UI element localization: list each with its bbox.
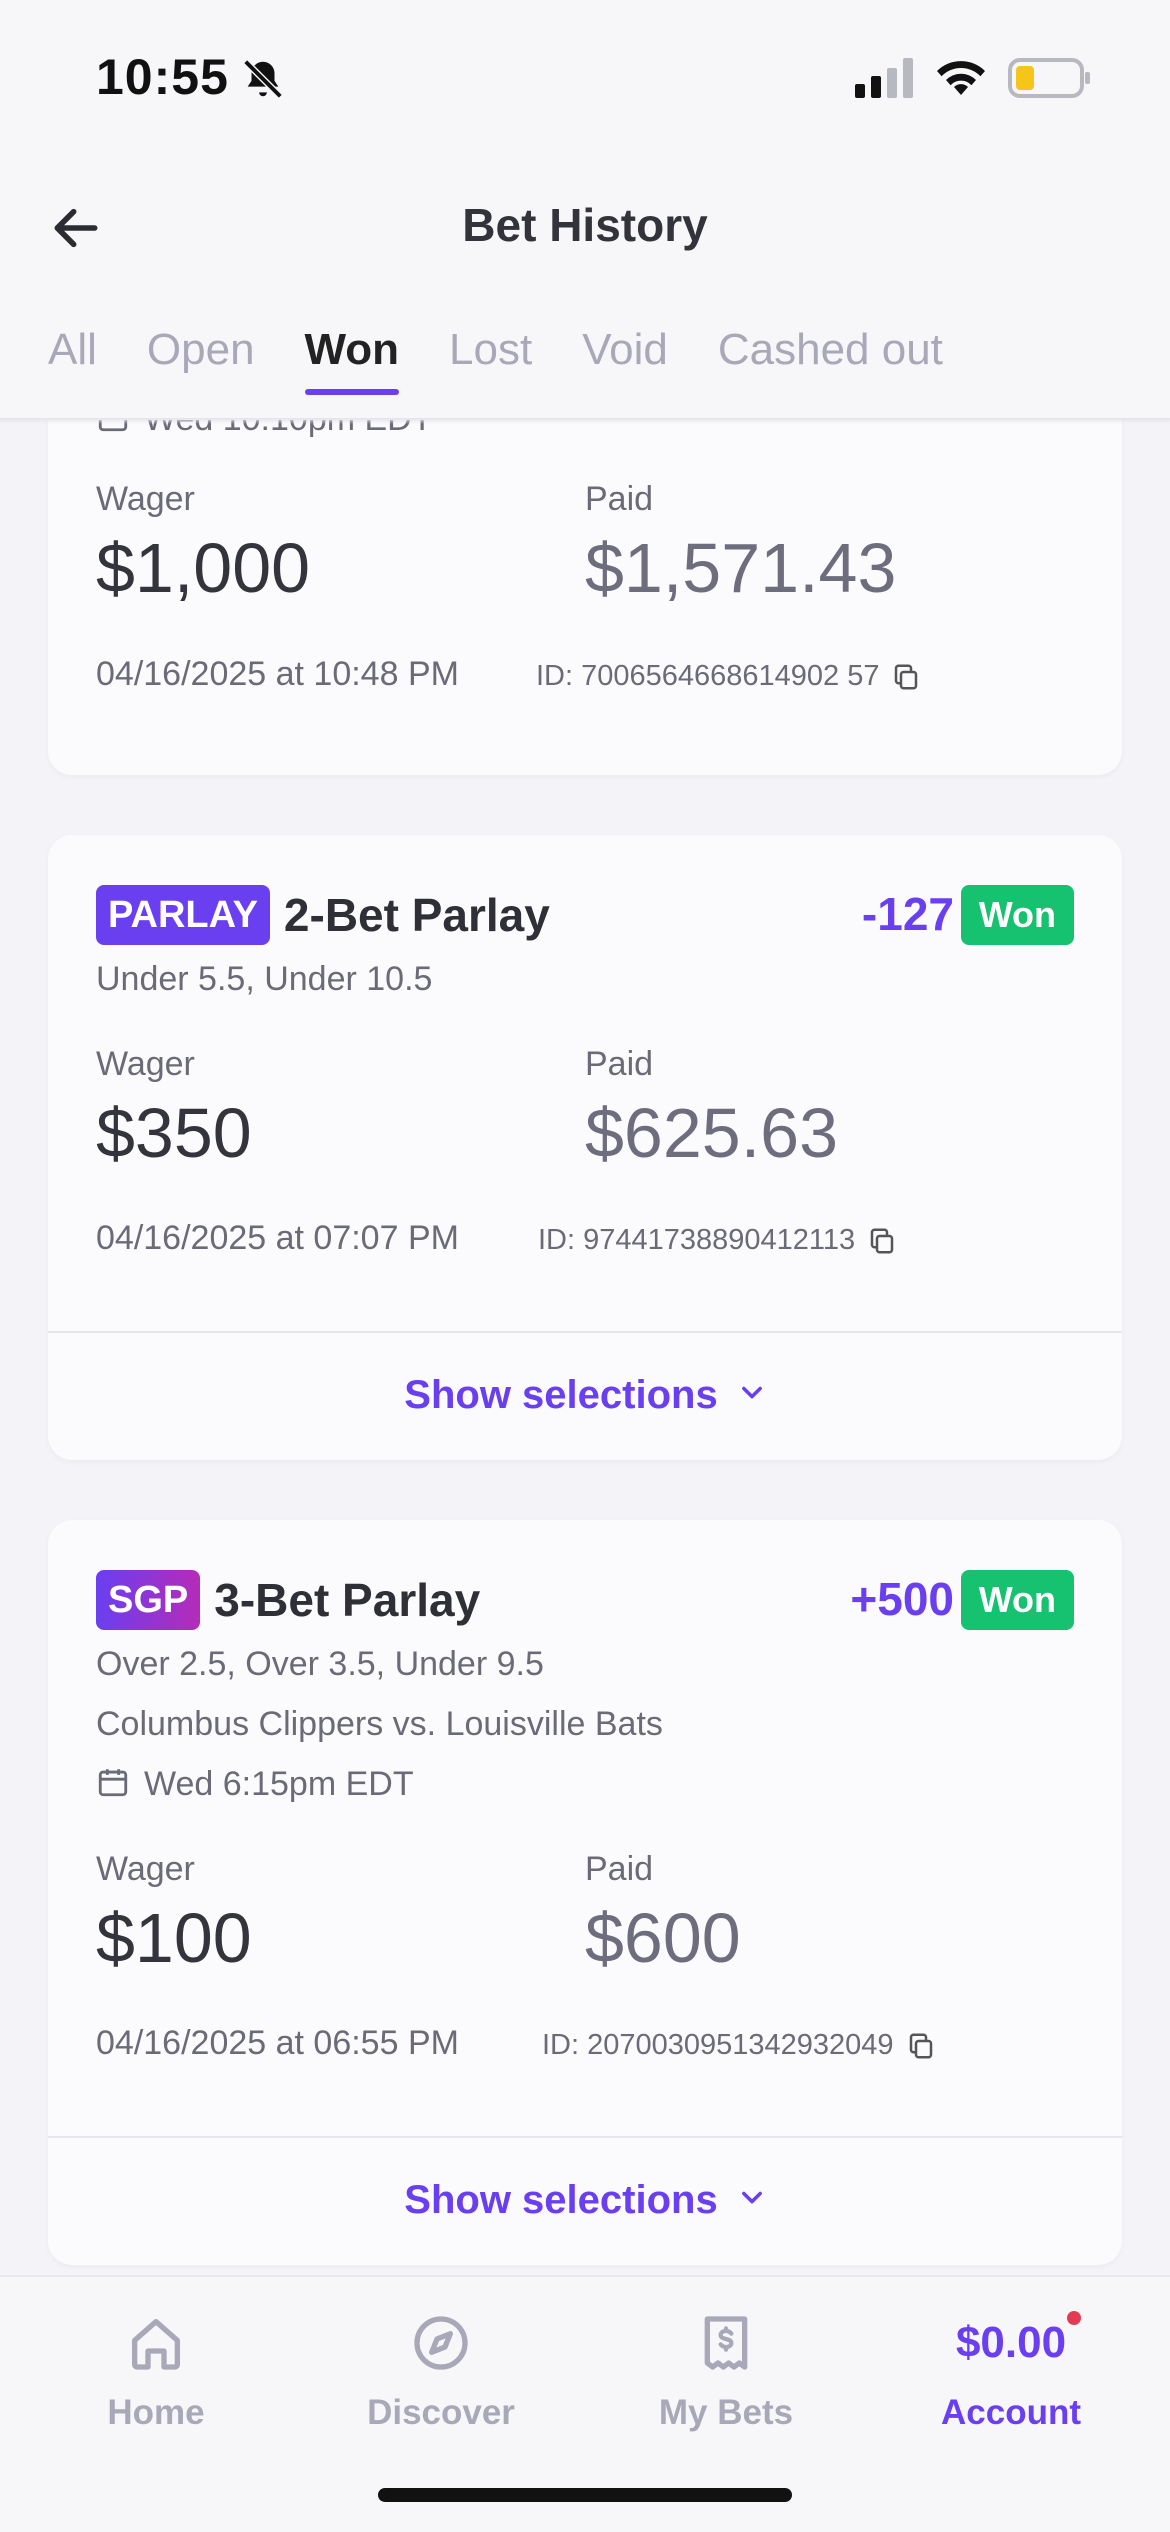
event-name: Columbus Clippers vs. Louisville Bats (96, 1705, 663, 1743)
bet-id-text: ID: 2070030951342932049 (542, 2029, 894, 2061)
nav-discover[interactable]: Discover (341, 2311, 541, 2433)
bet-name: 2-Bet Parlay (283, 889, 550, 941)
paid-label: Paid (585, 480, 654, 518)
chevron-down-icon (741, 2191, 762, 2204)
nav-account-label: Account (941, 2393, 1081, 2432)
bet-id-text: ID: 97441738890412113 (538, 1224, 856, 1256)
bet-name: 3-Bet Parlay (214, 1574, 481, 1626)
tab-void[interactable]: Void (582, 325, 668, 395)
wager-amount: $350 (96, 1094, 252, 1172)
cellular-signal-icon (855, 58, 913, 98)
copy-icon[interactable] (867, 1226, 897, 1256)
status-bar: 10:55 (0, 0, 1170, 150)
filter-tabs: All Open Won Lost Void Cashed out (48, 325, 993, 395)
wager-label: Wager (96, 1850, 195, 1888)
parlay-badge: PARLAY (96, 885, 270, 945)
paid-amount: $625.63 (585, 1094, 839, 1172)
wager-label: Wager (96, 480, 195, 518)
wager-label: Wager (96, 1045, 195, 1083)
tab-open[interactable]: Open (147, 325, 255, 395)
placed-date: 04/16/2025 at 07:07 PM (96, 1219, 459, 1257)
show-selections-button[interactable]: Show selections (48, 1373, 1122, 1418)
home-indicator (378, 2488, 792, 2502)
bet-id: ID: 7006564668614902 57 (536, 660, 921, 693)
divider (48, 1331, 1122, 1333)
paid-amount: $600 (585, 1899, 741, 1977)
wifi-icon (937, 61, 985, 95)
show-selections-label: Show selections (404, 1373, 718, 1417)
odds: +500 (850, 1573, 954, 1625)
chevron-down-icon (741, 1386, 762, 1399)
bet-title: PARLAY 2-Bet Parlay (96, 885, 550, 945)
show-selections-label: Show selections (404, 2178, 718, 2222)
bet-id-text: ID: 7006564668614902 57 (536, 660, 880, 692)
wager-amount: $1,000 (96, 529, 311, 607)
paid-label: Paid (585, 1850, 654, 1888)
show-selections-button[interactable]: Show selections (48, 2178, 1122, 2223)
nav-my-bets-label: My Bets (658, 2393, 794, 2432)
bell-off-icon (243, 59, 283, 99)
odds: -127 (861, 888, 954, 940)
copy-icon[interactable] (891, 662, 921, 692)
status-badge: Won (960, 1570, 1074, 1630)
wager-amount: $100 (96, 1899, 252, 1977)
status-time: 10:55 (96, 49, 229, 105)
battery-icon (1008, 58, 1090, 98)
page-title: Bet History (462, 199, 708, 251)
event-time-text: Wed 6:15pm EDT (144, 1765, 414, 1803)
placed-date: 04/16/2025 at 10:48 PM (96, 655, 459, 693)
nav-discover-label: Discover (367, 2393, 515, 2432)
nav-account[interactable]: $0.00 Account (911, 2311, 1111, 2433)
tab-lost[interactable]: Lost (449, 325, 532, 395)
nav-my-bets[interactable]: My Bets (626, 2311, 826, 2433)
paid-amount: $1,571.43 (585, 529, 897, 607)
tab-won[interactable]: Won (304, 325, 399, 395)
selections-summary: Under 5.5, Under 10.5 (96, 960, 433, 998)
bet-list[interactable]: Wed 10:10pm EDT Wager $1,000 Paid $1,571… (0, 420, 1170, 2275)
placed-date: 04/16/2025 at 06:55 PM (96, 2024, 459, 2062)
sgp-badge: SGP (96, 1570, 201, 1630)
copy-icon[interactable] (906, 2031, 936, 2061)
event-time: Wed 6:15pm EDT (96, 1765, 414, 1804)
paid-label: Paid (585, 1045, 654, 1083)
nav-home-label: Home (107, 2393, 205, 2432)
nav-home[interactable]: Home (56, 2311, 256, 2433)
home-icon (132, 2319, 180, 2370)
header-shadow (0, 418, 1170, 424)
calendar-icon (98, 1769, 128, 1797)
tab-cashed-out[interactable]: Cashed out (718, 325, 943, 395)
tab-all[interactable]: All (48, 325, 97, 395)
selections-summary: Over 2.5, Over 3.5, Under 9.5 (96, 1645, 544, 1683)
divider (48, 2136, 1122, 2138)
account-balance: $0.00 (911, 2311, 1111, 2375)
bet-title: SGP 3-Bet Parlay (96, 1570, 480, 1630)
bet-id: ID: 97441738890412113 (538, 1224, 897, 1257)
bet-card: SGP 3-Bet Parlay +500 Won Over 2.5, Over… (48, 1520, 1122, 2265)
status-badge: Won (960, 885, 1074, 945)
balance-value: $0.00 (955, 2318, 1067, 2367)
bet-card: PARLAY 2-Bet Parlay -127 Won Under 5.5, … (48, 835, 1122, 1460)
bet-id: ID: 2070030951342932049 (542, 2029, 936, 2062)
bet-card: Wed 10:10pm EDT Wager $1,000 Paid $1,571… (48, 420, 1122, 775)
ticket-icon (704, 2316, 748, 2370)
compass-icon (414, 2316, 468, 2370)
notification-dot (1067, 2311, 1081, 2325)
header: Bet History All Open Won Lost Void Cashe… (0, 150, 1170, 420)
